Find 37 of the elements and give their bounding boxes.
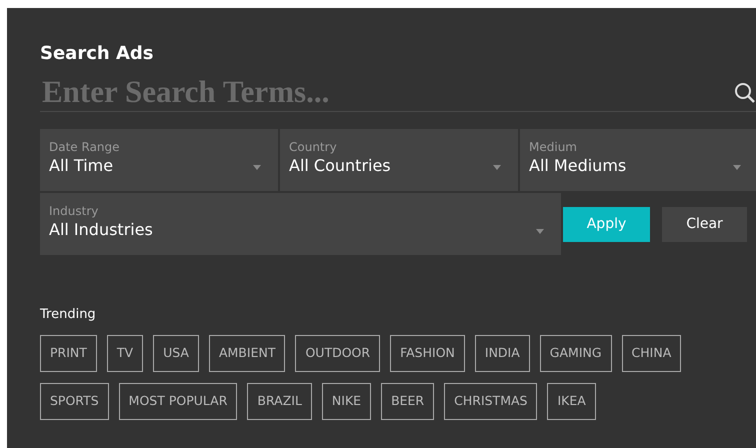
tag-button[interactable]: GAMING [540,335,612,372]
field-value: All Countries [289,155,391,177]
search-field[interactable]: Enter Search Terms... [40,74,734,112]
tag-button[interactable]: SPORTS [40,383,109,420]
tag-button[interactable]: PRINT [40,335,97,372]
field-label: Medium [529,139,577,155]
tag-button[interactable]: INDIA [474,335,530,372]
tag-button[interactable]: CHRISTMAS [444,383,538,420]
tag-button[interactable]: MOST POPULAR [118,383,238,420]
tag-button[interactable]: TV [106,335,144,372]
tag-button[interactable]: CHINA [622,335,682,372]
caret-icon [253,165,261,170]
filter-dropdown[interactable]: Medium All Mediums [520,129,756,191]
tag-button[interactable]: BEER [381,383,434,420]
tag-button[interactable]: OUTDOOR [295,335,380,372]
search-icon[interactable] [734,82,756,104]
field-label: Country [289,139,337,155]
field-value: All Time [49,155,114,177]
tag-button[interactable]: IKEA [547,383,596,420]
section-heading: Trending [40,306,97,324]
clear-button[interactable]: Clear [662,206,747,242]
field-label: Industry [49,203,98,219]
filter-dropdown[interactable]: Industry All Industries [40,193,561,255]
field-label: Date Range [49,139,120,155]
caret-icon [536,229,544,234]
panel-title: Search Ads [40,42,154,66]
tag-button[interactable]: USA [153,335,199,372]
caret-icon [493,165,501,170]
filter-dropdown[interactable]: Date Range All Time [40,129,278,191]
tag-button[interactable]: FASHION [390,335,465,372]
caret-icon [733,165,741,170]
filter-dropdown[interactable]: Country All Countries [280,129,518,191]
field-value: All Industries [49,219,153,241]
field-value: All Mediums [529,155,626,177]
tag-button[interactable]: BRAZIL [247,383,312,420]
tag-button[interactable]: AMBIENT [208,335,286,372]
tag-button[interactable]: NIKE [322,383,372,420]
